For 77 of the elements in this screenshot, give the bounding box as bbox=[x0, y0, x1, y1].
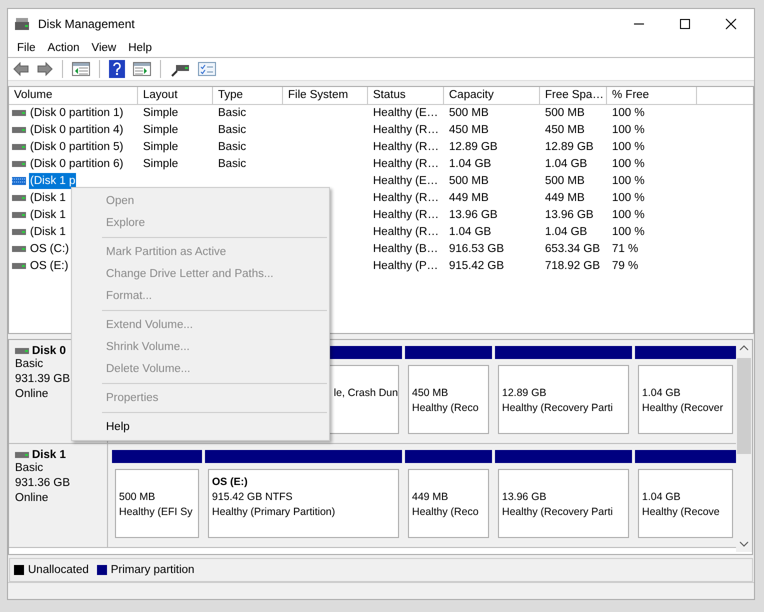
table-cell: 100 % bbox=[612, 175, 645, 188]
table-cell: Healthy (E… bbox=[373, 107, 438, 120]
table-cell: 100 % bbox=[612, 124, 645, 136]
partition-size: 450 MB bbox=[412, 386, 450, 401]
window-title: Disk Management bbox=[38, 17, 136, 31]
partition-status: Healthy (Recove bbox=[642, 504, 721, 520]
table-cell: Basic bbox=[218, 124, 246, 136]
table-cell: 100 % bbox=[612, 209, 645, 222]
table-cell: Healthy (R… bbox=[373, 124, 439, 136]
table-cell: 449 MB bbox=[545, 192, 585, 204]
table-cell: 500 MB bbox=[449, 175, 489, 188]
table-cell: Simple bbox=[143, 124, 178, 136]
table-cell: 100 % bbox=[612, 141, 645, 154]
table-cell: Healthy (R… bbox=[373, 158, 439, 170]
disk-info: Basic bbox=[15, 460, 44, 476]
partition-status: Healthy (Reco bbox=[412, 504, 480, 520]
partition-size: 915.42 GB NTFS bbox=[212, 490, 294, 505]
table-cell: 500 MB bbox=[449, 107, 489, 120]
partition-title: OS (E:) bbox=[212, 474, 249, 490]
table-cell: 13.96 GB bbox=[545, 209, 594, 222]
partition-status: Healthy (Recovery Parti bbox=[502, 400, 614, 416]
partition-status: Healthy (Recover bbox=[642, 400, 724, 416]
partition-status: Healthy (Reco bbox=[412, 400, 480, 416]
partition-size: 500 MB bbox=[119, 490, 156, 505]
partition-status: Healthy (Recovery Parti bbox=[502, 504, 614, 520]
table-cell: 12.89 GB bbox=[449, 141, 498, 154]
table-cell: 653.34 GB bbox=[545, 243, 600, 256]
partition-status: Healthy (Primary Partition) bbox=[212, 504, 336, 520]
table-cell: 1.04 GB bbox=[545, 226, 588, 238]
table-cell: 100 % bbox=[612, 226, 645, 238]
partition-text: le, Crash Dun bbox=[334, 386, 398, 399]
table-cell: 500 MB bbox=[545, 175, 585, 188]
table-cell: Healthy (R… bbox=[373, 192, 439, 204]
disk-info: 931.39 GB bbox=[15, 372, 71, 387]
table-cell: 100 % bbox=[612, 158, 645, 170]
partition-size: 1.04 GB bbox=[642, 490, 682, 505]
table-cell: Basic bbox=[218, 107, 246, 120]
table-cell: 449 MB bbox=[449, 192, 489, 204]
disk-info: Online bbox=[15, 386, 50, 402]
table-cell: 13.96 GB bbox=[449, 209, 498, 222]
table-cell: 79 % bbox=[612, 260, 638, 272]
table-cell: Healthy (B… bbox=[373, 243, 438, 256]
table-cell: Healthy (P… bbox=[373, 260, 438, 272]
disk-info: Basic bbox=[15, 356, 44, 372]
partition-size: 449 MB bbox=[412, 490, 450, 505]
table-cell: 916.53 GB bbox=[449, 243, 504, 256]
partition-size: 12.89 GB bbox=[502, 386, 548, 401]
disk-name: Disk 1 bbox=[32, 448, 66, 461]
partition-status: Healthy (EFI Sy bbox=[119, 504, 194, 520]
table-cell: Healthy (R… bbox=[373, 209, 439, 222]
table-cell: 71 % bbox=[612, 243, 638, 256]
disk-info: Online bbox=[15, 490, 50, 506]
table-cell: Basic bbox=[218, 158, 246, 170]
table-cell: 915.42 GB bbox=[449, 260, 504, 272]
table-cell: 12.89 GB bbox=[545, 141, 594, 154]
table-cell: Basic bbox=[218, 141, 246, 154]
table-cell: Healthy (E… bbox=[373, 175, 438, 188]
table-cell: 718.92 GB bbox=[545, 260, 600, 272]
table-cell: 450 MB bbox=[449, 124, 489, 136]
table-cell: 500 MB bbox=[545, 107, 585, 120]
table-cell: Simple bbox=[143, 158, 178, 170]
legend-label: Unallocated bbox=[28, 564, 89, 576]
table-cell: 100 % bbox=[612, 192, 645, 204]
table-cell: 1.04 GB bbox=[545, 158, 588, 170]
partition-size: 13.96 GB bbox=[502, 490, 548, 505]
table-cell: Healthy (R… bbox=[373, 141, 439, 154]
table-cell: Simple bbox=[143, 107, 178, 120]
disk-info: 931.36 GB bbox=[15, 476, 71, 491]
table-cell: Simple bbox=[143, 141, 178, 154]
disk-name: Disk 0 bbox=[32, 344, 66, 357]
table-cell: 450 MB bbox=[545, 124, 585, 136]
table-cell: Healthy (R… bbox=[373, 226, 439, 238]
table-cell: 1.04 GB bbox=[449, 158, 492, 170]
partition-size: 1.04 GB bbox=[642, 386, 682, 401]
table-cell: 1.04 GB bbox=[449, 226, 492, 238]
table-cell: 100 % bbox=[612, 107, 645, 120]
legend-label: Primary partition bbox=[110, 564, 194, 576]
